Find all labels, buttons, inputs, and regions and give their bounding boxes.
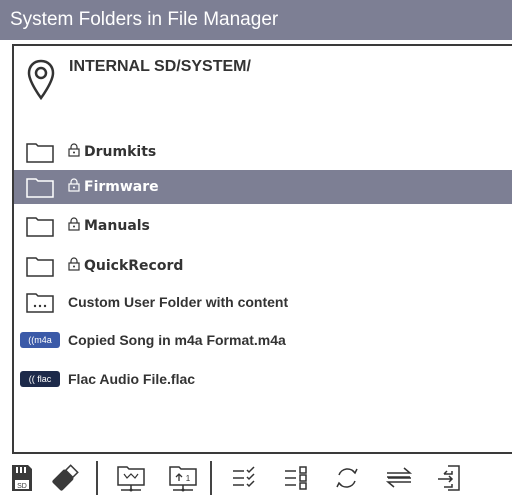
list-view-button[interactable] (276, 459, 316, 495)
folder-icon (26, 143, 54, 163)
list-item-label: Drumkits (84, 144, 157, 160)
sd-card-button[interactable]: SD (2, 459, 42, 495)
swap-icon (385, 467, 413, 488)
list-item-label: Copied Song in m4a Format.m4a (68, 332, 286, 348)
bottom-toolbar: SD 1 (0, 455, 512, 498)
list-item-quickrecord[interactable]: QuickRecord (14, 249, 512, 283)
list-item-label: QuickRecord (84, 258, 184, 274)
upload-folder-icon: 1 (169, 466, 197, 492)
lock-icon (68, 217, 80, 231)
checklist-icon (233, 466, 255, 488)
window-title: System Folders in File Manager (0, 0, 512, 40)
refresh-icon (336, 468, 358, 488)
svg-text:1: 1 (186, 474, 191, 483)
select-multiple-button[interactable] (224, 459, 264, 495)
flac-file-icon: (( flac (20, 371, 60, 387)
list-item-label: Custom User Folder with content (68, 294, 289, 310)
sd-card-icon: SD (12, 465, 32, 491)
folder-icon (26, 217, 54, 237)
m4a-file-icon: ((m4a (20, 332, 60, 348)
lock-icon (68, 257, 80, 271)
list-item-drumkits[interactable]: Drumkits (14, 135, 512, 169)
lock-icon (68, 178, 80, 192)
list-item-custom-folder[interactable]: Custom User Folder with content (14, 285, 512, 319)
usb-drive-button[interactable] (44, 459, 84, 495)
current-path: INTERNAL SD/SYSTEM/ (69, 58, 251, 75)
folder-icon (26, 257, 54, 277)
list-item-label: Manuals (84, 218, 150, 234)
list-item-firmware[interactable]: Firmware (14, 170, 512, 204)
export-button[interactable] (428, 459, 468, 495)
folder-icon (26, 178, 54, 198)
toolbar-divider (210, 461, 212, 495)
upload-to-folder-button[interactable]: 1 (162, 459, 202, 495)
map-pin-icon (27, 59, 55, 101)
list-item-m4a-file[interactable]: ((m4a Copied Song in m4a Format.m4a (14, 323, 512, 357)
svg-text:SD: SD (17, 483, 27, 490)
toolbar-divider (96, 461, 98, 495)
list-item-manuals[interactable]: Manuals (14, 209, 512, 243)
list-item-label: Flac Audio File.flac (68, 371, 196, 387)
list-item-flac-file[interactable]: (( flac Flac Audio File.flac (14, 362, 512, 396)
swap-button[interactable] (378, 459, 418, 495)
folder-with-content-icon (26, 293, 54, 313)
usb-drive-icon (52, 464, 79, 491)
refresh-button[interactable] (326, 459, 366, 495)
list-item-label: Firmware (84, 179, 159, 195)
list-view-icon (285, 466, 307, 490)
export-icon (438, 465, 460, 491)
lock-icon (68, 143, 80, 157)
folder-tree-button[interactable] (110, 459, 150, 495)
folder-tree-icon (117, 466, 145, 492)
